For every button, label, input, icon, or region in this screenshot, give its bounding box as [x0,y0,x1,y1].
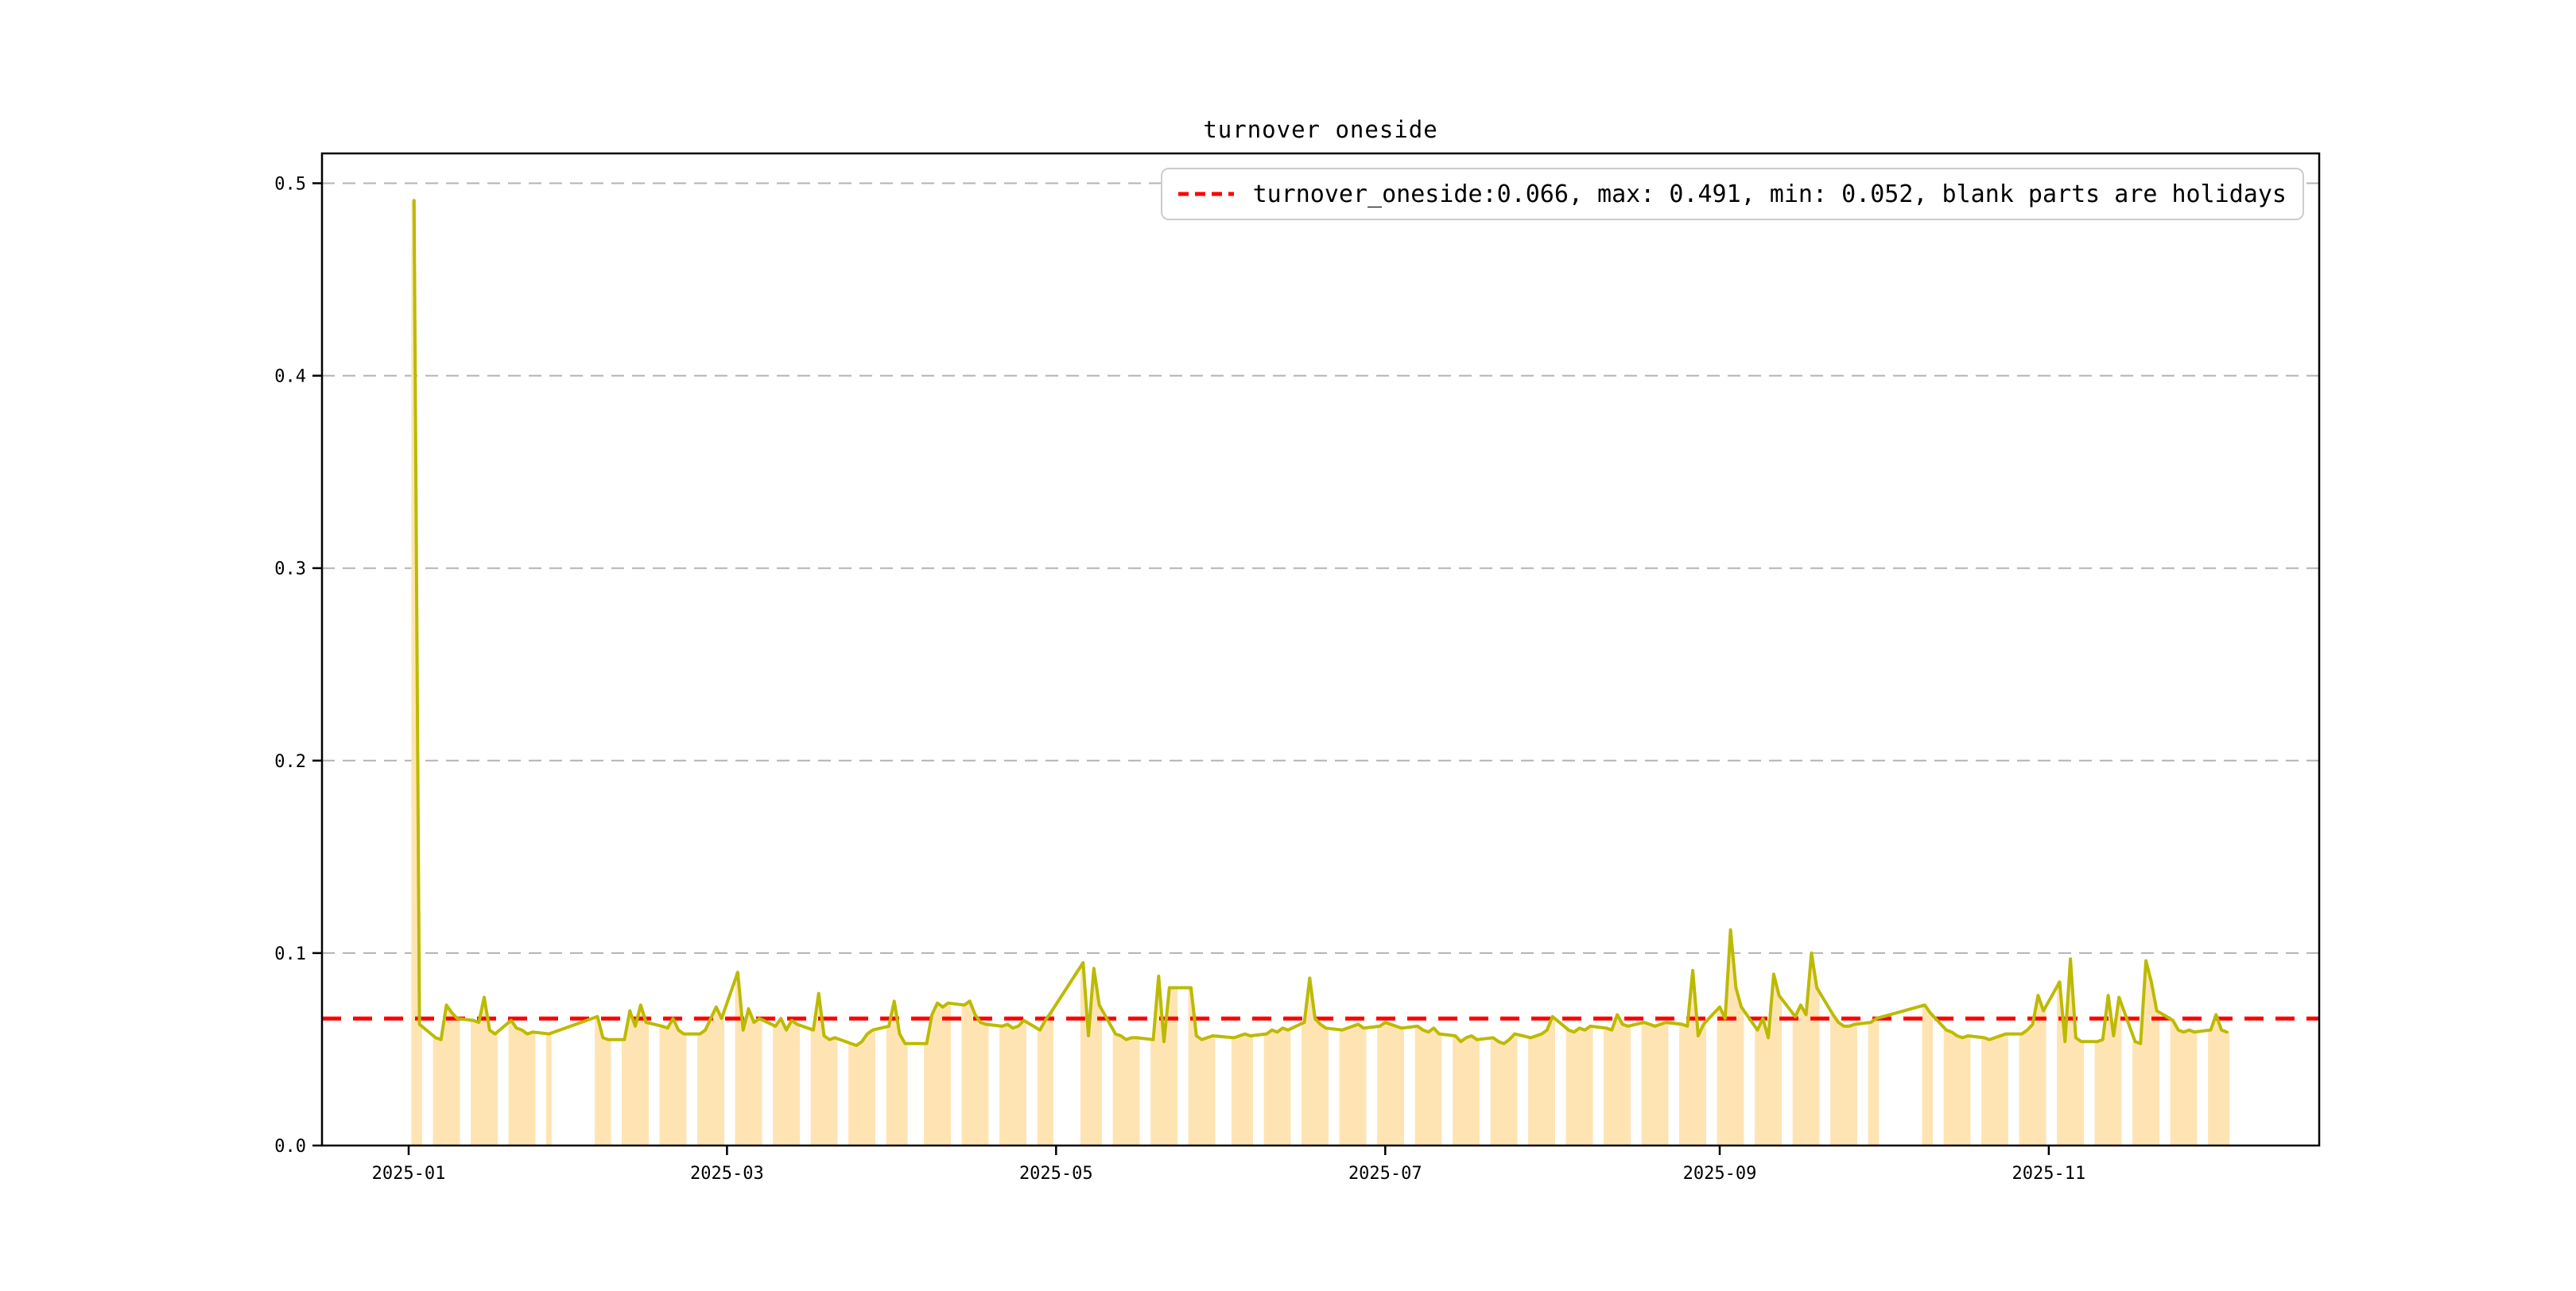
turnover-line [412,199,2229,1048]
trading-run-fill [773,1018,800,1146]
y-tick-label: 0.4 [274,367,306,387]
trading-run-fill [2208,1014,2230,1146]
y-tick-label: 0.2 [274,752,306,772]
trading-run-fill [546,1033,552,1146]
trading-run-fill [1679,970,1706,1146]
trading-run-fill [1231,1033,1253,1146]
trading-run-fill [433,1005,460,1146]
trading-run-fill [1641,1022,1669,1146]
x-axis: 2025-01 2025-03 2025-05 2025-07 2025-09 2025-… [372,1146,2086,1184]
y-tick-label: 0.5 [274,175,306,195]
y-tick-label: 0.3 [274,560,306,580]
trading-run-fill [1565,1025,1593,1146]
legend-label: turnover_oneside:0.066, max: 0.491, min:… [1252,180,2287,208]
y-axis: 0.0 0.1 0.2 0.3 0.4 0.5 [274,175,322,1157]
trading-run-fill [1037,1013,1053,1146]
trading-run-fill [2170,1020,2198,1146]
trading-run-fill [697,1006,724,1146]
trading-run-fill [848,1029,875,1146]
legend: turnover_oneside:0.066, max: 0.491, min:… [1160,168,2304,220]
x-tick-label: 2025-03 [690,1164,764,1184]
trading-run-fill [1150,976,1177,1146]
trading-run-fill [1263,1028,1291,1146]
trading-run-fill [659,1018,687,1146]
trading-run-fill [1377,1022,1404,1146]
axes-frame [320,152,2321,1147]
trading-run-fill [1943,1029,1971,1146]
x-tick-label: 2025-05 [1019,1164,1093,1184]
y-tick-label: 0.1 [274,944,306,964]
trading-run-fill [1339,1024,1367,1146]
trading-day-fill-areas [411,200,2230,1146]
trading-run-fill [1604,1014,1631,1146]
trading-run-fill [1755,974,1782,1146]
trading-run-fill [924,1002,951,1146]
trading-run-fill [1922,1005,1933,1146]
trading-run-fill [1112,1033,1140,1146]
trading-run-fill [2132,960,2160,1146]
y-tick-label: 0.0 [274,1137,306,1157]
trading-run-fill [508,1020,536,1146]
trading-run-fill [1717,929,1744,1146]
x-tick-label: 2025-07 [1348,1164,1422,1184]
x-tick-label: 2025-01 [372,1164,446,1184]
trading-run-fill [1414,1025,1442,1146]
trading-run-fill [1490,1033,1518,1146]
x-tick-label: 2025-09 [1683,1164,1757,1184]
chart-title: turnover oneside [1203,116,1438,143]
trading-run-fill [1453,1036,1480,1146]
trading-run-fill [1868,1018,1880,1146]
legend-dashed-line-icon [1177,192,1234,196]
trading-run-fill [1981,1033,2008,1146]
trading-run-fill [1830,1014,1857,1146]
y-gridlines [322,182,2319,954]
x-tick-label: 2025-11 [2012,1164,2086,1184]
trading-run-fill [999,1020,1026,1146]
